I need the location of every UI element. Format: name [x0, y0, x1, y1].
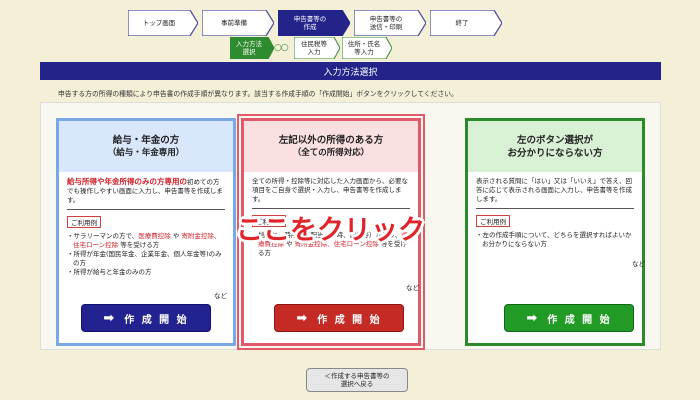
- page-title-bar: 入力方法選択: [40, 62, 661, 80]
- step-label: 事前準備: [221, 19, 247, 27]
- card-lead-text: 表示される質問に「はい」又は「いいえ」で答え、回答に応じて表示される画面に入力し…: [476, 177, 632, 203]
- example-text: ・左の作成手順について、どちらを選択すればよいかお分かりにならない方: [476, 231, 632, 248]
- example-list: ・左の作成手順について、どちらを選択すればよいかお分かりにならない方: [468, 228, 642, 249]
- card-title: 左のボタン選択が: [516, 134, 593, 146]
- etc-label: など: [214, 292, 227, 300]
- list-item: ・所得が給与と年金のみの方: [67, 268, 225, 277]
- substep-dots: ○○: [274, 43, 289, 53]
- divider: [476, 208, 634, 209]
- progress-steps: トップ画面 事前準備 申告書等の 作成 申告書等の 送信・印刷 終了: [128, 10, 548, 36]
- example-label: ご利用例: [476, 215, 510, 227]
- step-label: 申告書等の 送信・印刷: [369, 15, 403, 31]
- start-button-all-income[interactable]: ➡ 作 成 開 始: [274, 304, 404, 332]
- arrow-right-icon: ➡: [296, 310, 310, 326]
- step-label: 申告書等の 作成: [293, 15, 327, 31]
- substep-label: 入力方法 選択: [236, 40, 262, 56]
- card-header: 左のボタン選択が お分かりにならない方: [468, 121, 642, 172]
- example-text: ・所得が年金(国民年金、企業年金、個人年金等)のみの方: [67, 250, 222, 267]
- start-button-not-sure[interactable]: ➡ 作 成 開 始: [504, 304, 634, 332]
- start-button-label: 作 成 開 始: [124, 314, 189, 326]
- card-header: 左記以外の所得のある方 （全ての所得対応）: [244, 121, 418, 172]
- card-lead-highlight: 給与所得や年金所得のみの方専用の: [67, 177, 187, 186]
- click-here-annotation: ここをクリック: [236, 215, 425, 246]
- start-button-label: 作 成 開 始: [547, 314, 612, 326]
- start-button-salary-pension[interactable]: ➡ 作 成 開 始: [81, 304, 211, 332]
- example-text: や: [170, 232, 182, 240]
- substep-label: 住民税等 入力: [301, 40, 327, 56]
- card-description: 表示される質問に「はい」又は「いいえ」で答え、回答に応じて表示される画面に入力し…: [468, 172, 642, 204]
- example-text: ・サラリーマンの方で、: [67, 232, 139, 240]
- divider: [67, 209, 225, 210]
- example-list: ・サラリーマンの方で、医療費控除 や 寄附金控除、住宅ローン控除 等を受ける方 …: [59, 229, 233, 277]
- list-item: ・左の作成手順について、どちらを選択すればよいかお分かりにならない方: [476, 231, 634, 249]
- step-label: 終了: [455, 19, 469, 27]
- step-label: トップ画面: [142, 19, 176, 27]
- card-title: 左記以外の所得のある方: [278, 134, 384, 146]
- list-item: ・サラリーマンの方で、医療費控除 や 寄附金控除、住宅ローン控除 等を受ける方: [67, 232, 225, 250]
- card-header: 給与・年金の方 （給与・年金専用）: [59, 121, 233, 172]
- card-description: 全ての所得・控除等に対応した入力画面から、必要な項目をご自身で選択・入力し、申告…: [244, 172, 418, 204]
- start-button-label: 作 成 開 始: [317, 314, 382, 326]
- etc-label: など: [632, 260, 645, 268]
- example-label: ご利用例: [67, 216, 101, 228]
- example-text: 等を受ける方: [118, 241, 160, 249]
- example-text: ・所得が給与と年金のみの方: [67, 268, 152, 276]
- instruction-text: 申告する方の所得の種類により申告書の作成手順が異なります。該当する作成手順の「作…: [58, 90, 458, 98]
- back-button[interactable]: ＜作成する申告書等の 選択へ戻る: [306, 368, 408, 392]
- arrow-right-icon: ➡: [526, 310, 540, 326]
- list-item: ・所得が年金(国民年金、企業年金、個人年金等)のみの方: [67, 250, 225, 268]
- example-highlight: 医療費控除: [138, 232, 171, 240]
- arrow-right-icon: ➡: [103, 310, 117, 326]
- etc-label: など: [406, 284, 419, 292]
- substep-label: 住所・氏名 等入力: [347, 40, 381, 56]
- card-lead-text: 全ての所得・控除等に対応した入力画面から、必要な項目をご自身で選択・入力し、申告…: [252, 177, 408, 203]
- card-description: 給与所得や年金所得のみの方専用の初めての方でも操作しやすい画面に入力し、申告書等…: [59, 172, 233, 205]
- card-subtitle: （給与・年金専用）: [107, 147, 185, 158]
- card-subtitle: お分かりにならない方: [507, 147, 603, 159]
- card-title: 給与・年金の方: [112, 134, 180, 146]
- card-subtitle: （全ての所得対応）: [292, 147, 370, 158]
